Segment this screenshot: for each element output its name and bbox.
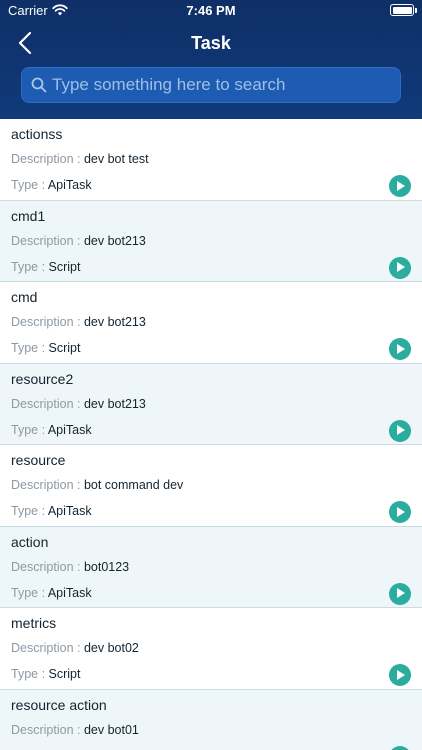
task-type: Type : ApiTask <box>11 586 92 600</box>
task-row[interactable]: resource action Description : dev bot01 … <box>0 689 422 750</box>
task-description: Description : dev bot02 <box>11 641 139 655</box>
run-task-play-icon[interactable] <box>389 175 411 197</box>
run-task-play-icon[interactable] <box>389 582 411 605</box>
task-name: metrics <box>11 615 57 631</box>
type-value: Script <box>48 667 81 681</box>
task-type: Type : ApiTask <box>11 504 92 518</box>
run-task-play-icon[interactable] <box>389 664 411 686</box>
task-row[interactable]: cmd Description : dev bot213 Type : Scri… <box>0 282 422 364</box>
task-description: Description : dev bot01 <box>11 723 139 737</box>
description-label: Description : <box>11 396 84 411</box>
description-label: Description : <box>11 315 84 329</box>
description-value: dev bot01 <box>83 722 139 737</box>
run-task-play-icon[interactable] <box>389 745 411 750</box>
description-value: bot command dev <box>83 478 184 492</box>
search-bar[interactable] <box>21 67 401 103</box>
run-task-play-icon[interactable] <box>389 338 411 360</box>
task-description: Description : bot command dev <box>11 478 183 492</box>
description-label: Description : <box>11 559 84 574</box>
type-value: ApiTask <box>47 178 92 192</box>
status-bar: Carrier 7:46 PM <box>0 0 422 22</box>
task-description: Description : dev bot213 <box>11 315 146 329</box>
battery-icon <box>390 4 417 16</box>
task-type: Type : Script <box>11 341 80 355</box>
task-name: action <box>11 533 49 550</box>
task-row[interactable]: action Description : bot0123 Type : ApiT… <box>0 526 422 608</box>
task-description: Description : dev bot213 <box>11 397 146 411</box>
description-value: dev bot213 <box>83 315 146 329</box>
search-input[interactable] <box>52 68 392 102</box>
type-value: ApiTask <box>47 504 92 518</box>
task-row[interactable]: cmd1 Description : dev bot213 Type : Scr… <box>0 200 422 282</box>
type-label: Type : <box>11 178 48 192</box>
task-name: cmd <box>11 289 38 305</box>
description-value: bot0123 <box>83 559 130 574</box>
task-type: Type : ApiTask <box>11 178 92 192</box>
task-row[interactable]: metrics Description : dev bot02 Type : S… <box>0 608 422 690</box>
task-name: actionss <box>11 126 63 142</box>
type-label: Type : <box>11 422 48 437</box>
description-label: Description : <box>11 152 84 166</box>
task-description: Description : dev bot213 <box>11 234 146 248</box>
type-value: Script <box>48 259 81 274</box>
run-task-play-icon[interactable] <box>389 256 411 279</box>
description-value: dev bot213 <box>83 233 146 248</box>
task-description: Description : bot0123 <box>11 560 129 574</box>
task-list: actionss Description : dev bot test Type… <box>0 119 422 750</box>
run-task-play-icon[interactable] <box>389 501 411 523</box>
type-label: Type : <box>11 585 48 600</box>
type-value: ApiTask <box>47 422 92 437</box>
task-row[interactable]: actionss Description : dev bot test Type… <box>0 119 422 201</box>
type-label: Type : <box>11 504 48 518</box>
type-value: ApiTask <box>47 585 92 600</box>
description-label: Description : <box>11 641 84 655</box>
type-label: Type : <box>11 667 49 681</box>
description-label: Description : <box>11 233 84 248</box>
type-label: Type : <box>11 259 49 274</box>
task-name: cmd1 <box>11 207 46 224</box>
description-value: dev bot213 <box>83 396 146 411</box>
description-value: dev bot02 <box>83 641 139 655</box>
search-icon <box>31 77 47 98</box>
description-label: Description : <box>11 478 84 492</box>
type-label: Type : <box>11 341 49 355</box>
task-row[interactable]: resource2 Description : dev bot213 Type … <box>0 363 422 445</box>
description-value: dev bot test <box>83 152 149 166</box>
clock: 7:46 PM <box>186 3 236 18</box>
task-name: resource <box>11 452 66 468</box>
task-type: Type : ApiTask <box>11 423 92 437</box>
run-task-play-icon[interactable] <box>389 419 411 442</box>
task-name: resource action <box>11 696 107 713</box>
app-header: Carrier 7:46 PM Task <box>0 0 422 119</box>
task-description: Description : dev bot test <box>11 152 149 166</box>
task-type: Type : Script <box>11 667 80 681</box>
task-name: resource2 <box>11 370 74 387</box>
type-value: Script <box>48 341 81 355</box>
page-title: Task <box>191 33 231 53</box>
task-row[interactable]: resource Description : bot command dev T… <box>0 445 422 527</box>
description-label: Description : <box>11 722 84 737</box>
task-type: Type : Script <box>11 260 80 274</box>
navigation-bar: Task <box>0 24 422 62</box>
